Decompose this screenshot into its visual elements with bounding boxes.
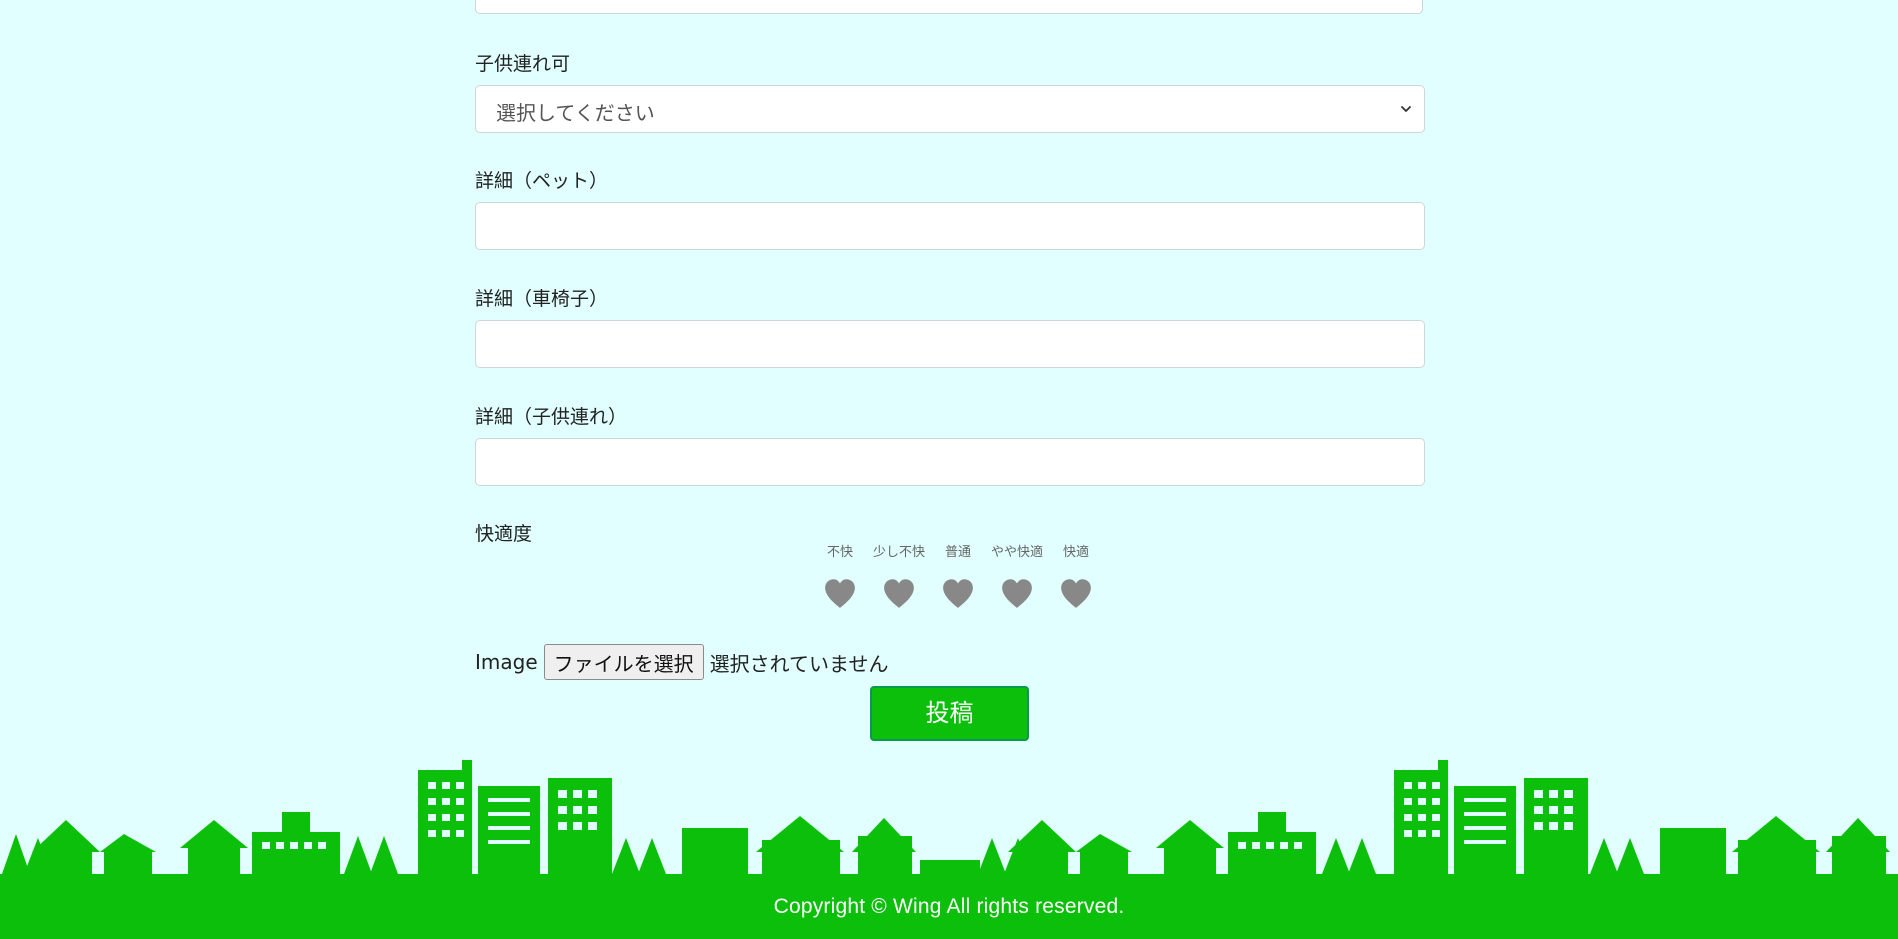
heart-icon — [1061, 579, 1091, 608]
comfort-option-5[interactable]: 快適 — [1041, 543, 1111, 609]
heart-icon — [943, 579, 973, 608]
detail-wheelchair-input[interactable] — [475, 320, 1425, 368]
child-allowed-select[interactable]: 選択してください — [475, 85, 1425, 133]
image-upload-row: Image ファイルを選択 選択されていません — [475, 643, 888, 681]
detail-pet-input[interactable] — [475, 202, 1425, 250]
detail-pet-label: 詳細（ペット） — [475, 170, 609, 192]
image-label: Image — [475, 650, 538, 674]
heart-icon — [884, 579, 914, 608]
comfort-option-caption: 快適 — [1062, 545, 1089, 560]
child-allowed-select-value: 選択してください — [496, 101, 655, 125]
choose-file-button[interactable]: ファイルを選択 — [543, 644, 704, 680]
submit-button[interactable]: 投稿 — [870, 686, 1029, 741]
comfort-label: 快適度 — [475, 523, 533, 545]
heart-icon — [825, 579, 855, 608]
child-allowed-label: 子供連れ可 — [475, 53, 571, 75]
copyright-text: Copyright © Wing All rights reserved. — [773, 895, 1125, 918]
chevron-down-icon — [1401, 106, 1411, 112]
previous-select-field[interactable] — [475, 0, 1423, 14]
detail-wheelchair-label: 詳細（車椅子） — [475, 288, 609, 310]
heart-icon — [1002, 579, 1032, 608]
detail-child-label: 詳細（子供連れ） — [475, 406, 628, 428]
file-status: 選択されていません — [709, 651, 889, 676]
detail-child-input[interactable] — [475, 438, 1425, 486]
comfort-rating: 不快 少し不快 普通 やや快適 快適 — [805, 543, 1105, 623]
